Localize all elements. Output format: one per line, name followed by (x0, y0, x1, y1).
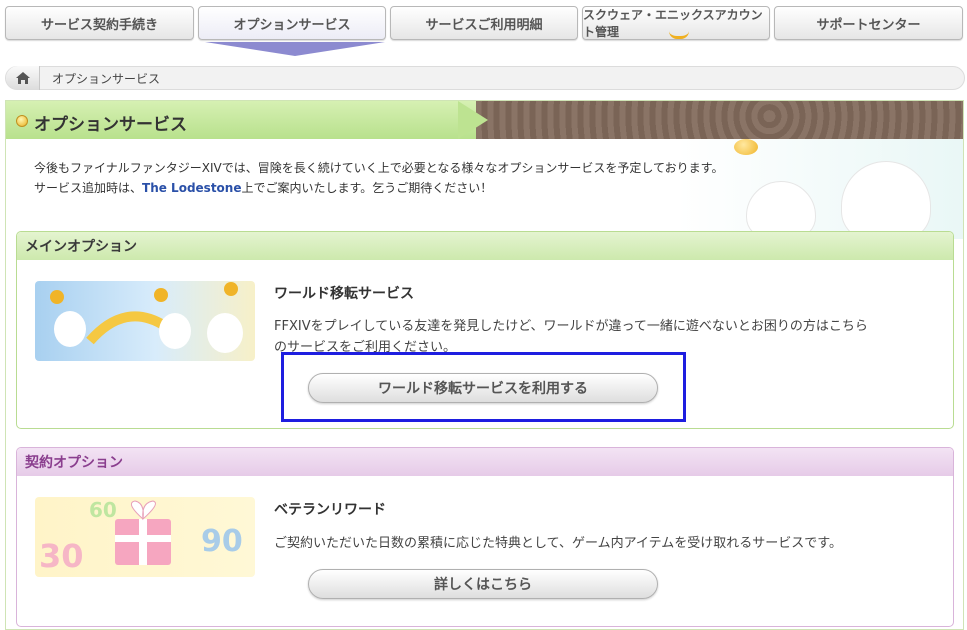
section-header: メインオプション (17, 232, 953, 260)
intro-text-line2: サービス追加時は、The Lodestone上でご案内いたします。乞うご期待くだ… (34, 179, 492, 196)
intro-prefix: サービス追加時は、 (34, 181, 143, 195)
world-transfer-title: ワールド移転サービス (274, 286, 414, 302)
tab-service-contract[interactable]: サービス契約手続き (5, 6, 194, 40)
thumb-number: 30 (39, 537, 84, 575)
world-transfer-desc-line1: FFXIVをプレイしている友達を発見したけど、ワールドが違って一緒に遊べないとお… (274, 319, 868, 334)
lodestone-link[interactable]: The Lodestone (142, 181, 241, 195)
veteran-reward-desc: ご契約いただいた日数の累積に応じた特典として、ゲーム内アイテムを受け取れるサービ… (274, 536, 842, 551)
tab-usage-details[interactable]: サービスご利用明細 (390, 6, 578, 40)
pompom-icon (734, 139, 758, 155)
panel-header-arrow (458, 101, 488, 139)
tab-option-service[interactable]: オプションサービス (198, 6, 386, 40)
tab-label: サービス契約手続き (40, 17, 158, 33)
veteran-reward-title: ベテランリワード (274, 502, 386, 518)
tab-label: サポートセンター (816, 17, 921, 33)
home-icon[interactable] (6, 66, 40, 90)
veteran-reward-thumbnail: 60 30 90 (35, 497, 255, 577)
intro-area: 今後もファイナルファンタジーXIVでは、冒険を長く続けていく上で必要となる様々な… (6, 139, 963, 239)
panel-header-decoration (476, 101, 963, 139)
thumb-number: 90 (201, 524, 243, 559)
bullet-icon (16, 115, 28, 127)
veteran-reward-details-button[interactable]: 詳しくはこちら (308, 569, 658, 599)
top-nav: サービス契約手続き オプションサービス サービスご利用明細 スクウェア・エニック… (5, 6, 965, 56)
highlight-box (281, 352, 686, 422)
intro-text-line1: 今後もファイナルファンタジーXIVでは、冒険を長く続けていく上で必要となる様々な… (34, 161, 724, 175)
tab-account-management[interactable]: スクウェア・エニックスアカウント管理 (582, 6, 770, 40)
world-transfer-illustration-icon (50, 282, 243, 353)
breadcrumb-current: オプションサービス (52, 71, 161, 86)
page-title: オプションサービス (34, 115, 187, 135)
intro-suffix: 上でご案内いたします。乞うご期待ください！ (241, 181, 493, 195)
moogle-illustration (841, 161, 931, 241)
thumb-number: 60 (89, 498, 117, 522)
section-header: 契約オプション (17, 448, 953, 476)
breadcrumb: オプションサービス (5, 66, 965, 90)
gift-illustration-icon: 60 30 90 (39, 498, 243, 575)
world-transfer-thumbnail (35, 281, 255, 361)
tab-label: オプションサービス (233, 17, 351, 33)
tab-label: サービスご利用明細 (425, 17, 543, 33)
tab-support-center[interactable]: サポートセンター (774, 6, 963, 40)
active-tab-indicator (205, 42, 385, 56)
